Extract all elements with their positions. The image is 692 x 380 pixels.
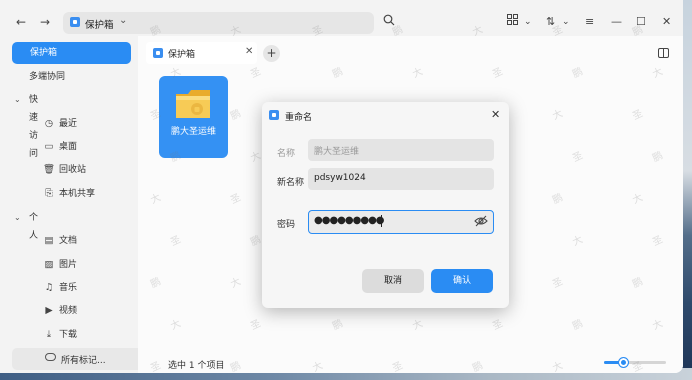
close-icon: ✕ xyxy=(662,15,672,28)
desktop-icon: ▭ xyxy=(44,141,54,152)
download-icon: ⤓ xyxy=(46,329,52,340)
sidebar-item-desktop[interactable]: ▭ 桌面 xyxy=(12,136,131,158)
new-tab-button[interactable]: + xyxy=(263,45,280,62)
rename-dialog: 重命名 ✕ 名称 鹏大圣运维 新名称 pdsyw1024 密码 ●●●●●●●●… xyxy=(262,102,509,308)
sidebar-item-pictures[interactable]: ▨ 图片 xyxy=(12,254,131,276)
sidebar-item-documents[interactable]: ▤ 文档 xyxy=(12,230,131,252)
file-item-selected[interactable]: 鹏大圣运维 xyxy=(159,76,228,158)
view-mode-button[interactable] xyxy=(507,14,518,30)
sort-icon: ⇅ xyxy=(546,15,556,28)
address-bar[interactable]: 保护箱 ⌄ xyxy=(63,12,374,34)
address-label: 保护箱 xyxy=(85,20,114,31)
close-dialog-button[interactable]: ✕ xyxy=(491,108,500,121)
sidebar-item-label: 多端协同 xyxy=(29,72,66,82)
sidebar-item-label: 本机共享 xyxy=(59,189,96,199)
sidebar-item-label: 音乐 xyxy=(59,283,78,293)
close-icon[interactable]: ✕ xyxy=(245,46,253,57)
all-tags-button[interactable]: 所有标记... xyxy=(12,348,143,370)
chevron-down-icon: ⌄ xyxy=(562,17,570,27)
sidebar-item-downloads[interactable]: ⤓ 下载 xyxy=(12,324,131,346)
sidebar-item-multi-screen[interactable]: 多端协同 xyxy=(12,66,131,88)
file-name: 鹏大圣运维 xyxy=(170,127,216,137)
password-field[interactable]: ●●●●●●●●● xyxy=(308,210,494,234)
sidebar-item-vault[interactable]: 保护箱 xyxy=(12,42,131,64)
folder-icon xyxy=(176,90,210,118)
back-button[interactable]: ← xyxy=(13,14,29,30)
maximize-button[interactable]: ☐ xyxy=(636,14,646,30)
close-window-button[interactable]: ✕ xyxy=(662,14,671,30)
sidebar-item-recent[interactable]: ◷ 最近 xyxy=(12,113,131,135)
chevron-down-icon: ⌄ xyxy=(524,17,532,27)
status-bar-text: 选中 1 个项目 xyxy=(168,361,225,371)
sidebar-item-trash[interactable]: 🗑︎ 回收站 xyxy=(12,159,131,181)
video-icon: ▶ xyxy=(45,305,53,316)
main-menu-button[interactable]: ≡ xyxy=(585,14,594,30)
close-icon: ✕ xyxy=(491,108,501,121)
tag-icon xyxy=(45,353,56,361)
search-button[interactable] xyxy=(383,14,395,31)
password-field-value: ●●●●●●●●● xyxy=(314,215,385,226)
password-label: 密码 xyxy=(277,220,296,230)
view-mode-dropdown[interactable]: ⌄ xyxy=(524,14,532,30)
grid-view-icon xyxy=(507,14,518,25)
sidebar-item-label: 下载 xyxy=(59,330,78,340)
arrow-left-icon: ← xyxy=(15,15,27,29)
sidebar-item-label: 最近 xyxy=(59,119,78,129)
forward-button[interactable]: → xyxy=(37,14,53,30)
confirm-button[interactable]: 确认 xyxy=(431,269,493,293)
minimize-icon: — xyxy=(611,15,622,28)
sidebar-item-label: 文档 xyxy=(59,236,78,246)
new-name-field-value: pdsyw1024 xyxy=(314,173,366,183)
new-name-field[interactable]: pdsyw1024 xyxy=(308,168,494,190)
sort-button[interactable]: ⇅ xyxy=(546,14,555,30)
chevron-down-icon: ⌄ xyxy=(14,213,21,222)
cancel-button[interactable]: 取消 xyxy=(362,269,424,293)
sidebar-item-label: 回收站 xyxy=(59,165,87,175)
search-icon xyxy=(383,14,395,26)
tab-vault[interactable]: 保护箱 ✕ xyxy=(146,42,257,64)
clock-icon: ◷ xyxy=(44,118,54,129)
vault-icon xyxy=(153,48,163,58)
sidebar-item-local-share[interactable]: ⎘ 本机共享 xyxy=(12,183,131,205)
arrow-right-icon: → xyxy=(39,15,51,29)
sidebar-item-videos[interactable]: ▶ 视频 xyxy=(12,300,131,322)
zoom-slider[interactable] xyxy=(604,357,666,368)
sort-dropdown[interactable]: ⌄ xyxy=(562,14,570,30)
minimize-button[interactable]: — xyxy=(611,14,622,30)
document-icon: ▤ xyxy=(44,235,54,246)
plus-icon: + xyxy=(266,46,277,60)
sidebar-item-music[interactable]: ♫ 音乐 xyxy=(12,277,131,299)
vault-icon xyxy=(269,110,279,120)
sidebar-item-label: 桌面 xyxy=(59,142,78,152)
sidebar-item-label: 保护箱 xyxy=(30,48,58,58)
zoom-slider-handle[interactable] xyxy=(618,357,629,368)
chevron-down-icon: ⌄ xyxy=(14,95,21,104)
dialog-title: 重命名 xyxy=(285,113,313,123)
maximize-icon: ☐ xyxy=(636,15,646,28)
detail-panel-icon[interactable] xyxy=(658,48,669,58)
sidebar-item-label: 视频 xyxy=(59,306,78,316)
menu-icon: ≡ xyxy=(585,15,595,28)
tab-label: 保护箱 xyxy=(168,50,196,60)
trash-icon: 🗑︎ xyxy=(43,164,56,175)
music-icon: ♫ xyxy=(44,282,54,293)
share-icon: ⎘ xyxy=(45,188,53,199)
all-tags-label: 所有标记... xyxy=(61,356,106,366)
name-field-value: 鹏大圣运维 xyxy=(314,147,360,157)
sidebar: 保护箱 多端协同 ⌄ 快速访问 ◷ 最近 ▭ 桌面 🗑︎ 回收站 ⎘ 本机共享 … xyxy=(0,36,138,373)
chevron-down-icon[interactable]: ⌄ xyxy=(119,15,127,26)
text-caret xyxy=(381,215,382,227)
name-label: 名称 xyxy=(277,149,296,159)
sidebar-item-label: 图片 xyxy=(59,260,78,270)
new-name-label: 新名称 xyxy=(277,178,305,188)
eye-hidden-icon[interactable] xyxy=(474,215,488,227)
vault-icon xyxy=(70,17,80,27)
name-field: 鹏大圣运维 xyxy=(308,139,494,161)
picture-icon: ▨ xyxy=(44,259,54,270)
